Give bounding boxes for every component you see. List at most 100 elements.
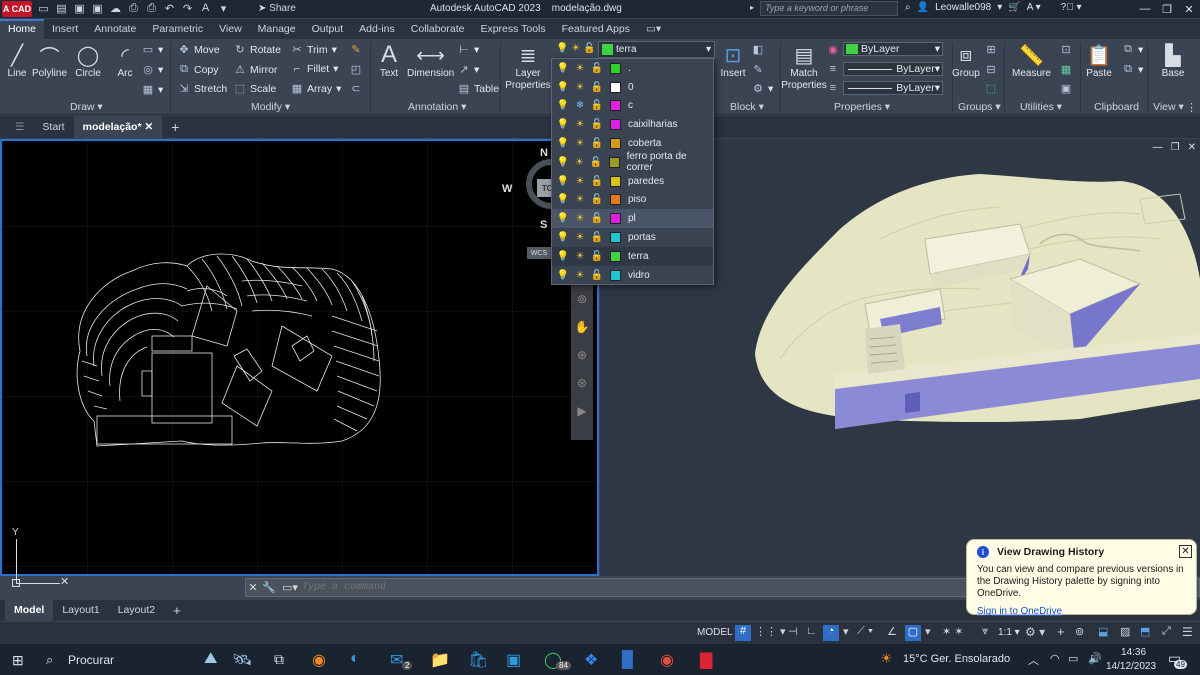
scale-button[interactable]: ⬚ Scale	[234, 82, 276, 96]
annotation-scale-value[interactable]: 1:1 ▾	[998, 627, 1020, 638]
draw-panel-title[interactable]: Draw ▾	[70, 101, 103, 113]
rectangle-button[interactable]: ▭ ▾	[142, 43, 163, 57]
hatch-button[interactable]: ◎ ▾	[142, 63, 163, 77]
clock-time[interactable]: 14:36	[1121, 647, 1146, 658]
user-dropdown-icon[interactable]: ▾	[997, 2, 1002, 13]
weather-label[interactable]: 15°C Ger. Ensolarado	[903, 653, 1010, 665]
print-icon[interactable]: ⎙	[128, 1, 139, 15]
print-alt-icon[interactable]: ⎙	[146, 1, 157, 15]
layout-tab-layout1[interactable]: Layout1	[53, 600, 108, 621]
layer-item[interactable]: 💡 ☀ 🔓 pl	[552, 209, 713, 229]
clean-screen-icon[interactable]: ▨	[1120, 625, 1130, 638]
annotation-scale-icon[interactable]: ⩔	[982, 625, 988, 638]
layer-thaw-icon[interactable]: ☀	[573, 194, 587, 205]
sign-in-onedrive-link[interactable]: Sign in to OneDrive	[977, 606, 1186, 617]
username[interactable]: Leowalle098	[935, 2, 991, 13]
group-select-icon[interactable]: ⬚	[985, 82, 997, 95]
dropbox-icon[interactable]: ❖	[584, 650, 598, 670]
new-icon[interactable]: ▭	[38, 1, 49, 15]
layer-unlock-icon[interactable]: 🔓	[590, 251, 604, 262]
taskbar-search-label[interactable]: Procurar	[68, 653, 114, 667]
layer-item[interactable]: 💡 ☀ 🔓.	[552, 59, 713, 78]
layer-item[interactable]: 💡 ☀ 🔓 caixilharias	[552, 115, 713, 134]
snap-icon[interactable]: ⋮⋮ ▾	[755, 625, 786, 638]
ortho-icon[interactable]: ∟	[806, 625, 817, 637]
tab-annotate[interactable]: Annotate	[86, 19, 144, 39]
ribbon-panel-menu-icon[interactable]: ⋮	[1186, 101, 1197, 114]
move-button[interactable]: ✥ Move	[178, 43, 219, 57]
layer-unlock-icon[interactable]: 🔓	[590, 194, 604, 205]
measure-button[interactable]: 📏 Measure	[1012, 42, 1051, 80]
search-icon[interactable]: ⌕	[905, 2, 911, 13]
calculator-icon[interactable]: ▦	[1060, 63, 1072, 76]
chrome-icon[interactable]: ◉	[660, 650, 674, 670]
layer-unlock-icon[interactable]: 🔓	[589, 157, 603, 168]
infer-icon[interactable]: ⊣	[788, 625, 798, 638]
workspace-icon[interactable]: A	[200, 1, 211, 15]
layer-item[interactable]: 💡 ☀ 🔓 0	[552, 78, 713, 97]
clipboard-panel-title[interactable]: Clipboard	[1094, 101, 1139, 113]
viewcube-west[interactable]: W	[502, 183, 512, 195]
redo-icon[interactable]: ↷	[182, 1, 193, 15]
layer-on-icon[interactable]: 💡	[556, 82, 570, 93]
volume-icon[interactable]: 🔊	[1088, 652, 1102, 665]
layer-thaw-icon[interactable]: ☀	[573, 270, 587, 281]
toast-close-icon[interactable]: ✕	[1179, 545, 1192, 558]
zoom-icon[interactable]: ⊕	[571, 341, 593, 369]
tab-menu-icon[interactable]: ☰	[6, 116, 33, 138]
layer-on-icon[interactable]: 💡	[556, 251, 570, 262]
polar-icon[interactable]: ◔	[823, 625, 839, 641]
drawing-tab[interactable]: modelação* ✕	[73, 116, 163, 138]
array-button[interactable]: ▦ Array ▾	[291, 82, 342, 96]
group-button[interactable]: ⧈ Group	[952, 42, 980, 80]
erase-button[interactable]: ✎	[350, 43, 362, 56]
app-icon[interactable]: ▣	[506, 650, 521, 670]
tab-output[interactable]: Output	[304, 19, 352, 39]
copy-clip-icon[interactable]: ⧉ ▾	[1122, 63, 1143, 76]
osnap-icon[interactable]: ▢	[905, 625, 921, 641]
plus-icon[interactable]: +	[1057, 624, 1065, 639]
arc-button[interactable]: ◜ Arc	[112, 42, 138, 80]
block-panel-title[interactable]: Block ▾	[730, 101, 764, 113]
task-view-icon[interactable]: ⧉	[274, 651, 284, 668]
draw-more-button[interactable]: ▦ ▾	[142, 83, 163, 97]
quick-select-icon[interactable]: ⊡	[1060, 43, 1072, 56]
help-icon[interactable]: ?⃝ ▾	[1061, 2, 1082, 13]
tab-featured-apps[interactable]: Featured Apps	[554, 19, 638, 39]
mirror-button[interactable]: ⚠ Mirror	[234, 63, 277, 77]
layer-unlock-icon[interactable]: 🔓	[590, 213, 604, 224]
wifi-icon[interactable]: ◠	[1050, 652, 1060, 665]
groups-panel-title[interactable]: Groups ▾	[958, 101, 1001, 113]
command-input[interactable]	[302, 582, 902, 593]
circle-button[interactable]: ◯ Circle	[75, 42, 101, 80]
text-button[interactable]: A Text	[376, 41, 402, 79]
search-highlight-icon[interactable]: ⛰	[204, 650, 217, 668]
tab-view[interactable]: View	[211, 19, 250, 39]
layer-on-icon[interactable]: 💡	[556, 176, 570, 187]
layer-properties-button[interactable]: ≣ Layer Properties	[505, 42, 551, 92]
store-icon[interactable]: 🛍	[468, 650, 488, 670]
drawing-history-icon[interactable]: ⬒	[1140, 625, 1150, 638]
layer-on-icon[interactable]: 💡	[556, 63, 570, 74]
copy-button[interactable]: ⧉ Copy	[178, 63, 218, 76]
linear-dim-button[interactable]: ⊢ ▾	[458, 43, 479, 57]
lineweight-combo[interactable]: ≡ ByLayer ▾	[827, 81, 943, 95]
trim-button[interactable]: ✂ Trim ▾	[291, 43, 337, 57]
color-combo[interactable]: ◉ ByLayer ▾	[827, 42, 943, 56]
undo-icon[interactable]: ↶	[164, 1, 175, 15]
layer-dropdown[interactable]: 💡 ☀ 🔓. 💡 ☀ 🔓 0 💡 ❄ 🔓 c 💡 ☀ 🔓 caixilharias 💡 ☀ 🔓 coberta 💡 ☀ 🔓…	[551, 58, 714, 285]
tab-express-tools[interactable]: Express Tools	[472, 19, 553, 39]
layer-on-icon[interactable]: 💡	[556, 138, 570, 149]
autocad-taskbar-icon[interactable]: ▇	[700, 650, 712, 670]
wcs-badge[interactable]: WCS	[527, 247, 551, 259]
close-tab-icon[interactable]: ✕	[144, 121, 153, 133]
isodraft-icon[interactable]: ⟋ ▾	[857, 625, 873, 638]
layer-combo[interactable]: terra ▾	[598, 41, 715, 58]
minimize-icon[interactable]: —	[1134, 0, 1156, 18]
explode-button[interactable]: ◰	[350, 63, 362, 76]
command-history-icon[interactable]: ▭▾	[278, 581, 302, 594]
fullscreen-icon[interactable]: ⤢	[1162, 625, 1171, 638]
group-edit-icon[interactable]: ⊟	[985, 63, 997, 76]
modify-panel-title[interactable]: Modify ▾	[251, 101, 290, 113]
save-icon[interactable]: ▣	[74, 1, 85, 15]
